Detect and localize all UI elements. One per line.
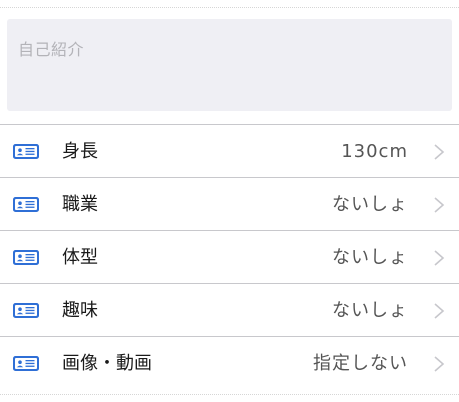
row-value: ないしょ (332, 194, 408, 215)
profile-attribute-list: 身長 130cm 職業 ないしょ 体型 ないしょ 趣味 ないしょ 画像・動画 指… (0, 124, 459, 390)
row-value: 指定しない (313, 353, 408, 374)
top-dotted-divider (0, 7, 459, 8)
chevron-right-icon (434, 250, 445, 266)
self-introduction-field[interactable]: 自己紹介 (7, 19, 452, 111)
chevron-right-icon (434, 303, 445, 319)
row-label: 趣味 (62, 300, 98, 321)
row-value: 130cm (341, 141, 408, 162)
profile-edit-screen: 自己紹介 身長 130cm 職業 ないしょ 体型 ないしょ 趣味 ないしょ 画像… (0, 0, 459, 402)
profile-row-occupation[interactable]: 職業 ないしょ (0, 178, 459, 231)
id-card-icon (13, 144, 39, 159)
row-label: 身長 (62, 141, 98, 162)
chevron-right-icon (434, 197, 445, 213)
row-label: 職業 (62, 194, 98, 215)
chevron-right-icon (434, 356, 445, 372)
self-introduction-placeholder: 自己紹介 (18, 40, 85, 59)
row-label: 画像・動画 (62, 353, 152, 374)
profile-row-height[interactable]: 身長 130cm (0, 125, 459, 178)
id-card-icon (13, 303, 39, 318)
row-label: 体型 (62, 247, 98, 268)
row-value: ないしょ (332, 247, 408, 268)
chevron-right-icon (434, 144, 445, 160)
row-value: ないしょ (332, 300, 408, 321)
bottom-dotted-divider (0, 394, 459, 395)
id-card-icon (13, 250, 39, 265)
id-card-icon (13, 356, 39, 371)
profile-row-body-type[interactable]: 体型 ないしょ (0, 231, 459, 284)
profile-row-hobby[interactable]: 趣味 ないしょ (0, 284, 459, 337)
profile-row-photo-video[interactable]: 画像・動画 指定しない (0, 337, 459, 390)
id-card-icon (13, 197, 39, 212)
